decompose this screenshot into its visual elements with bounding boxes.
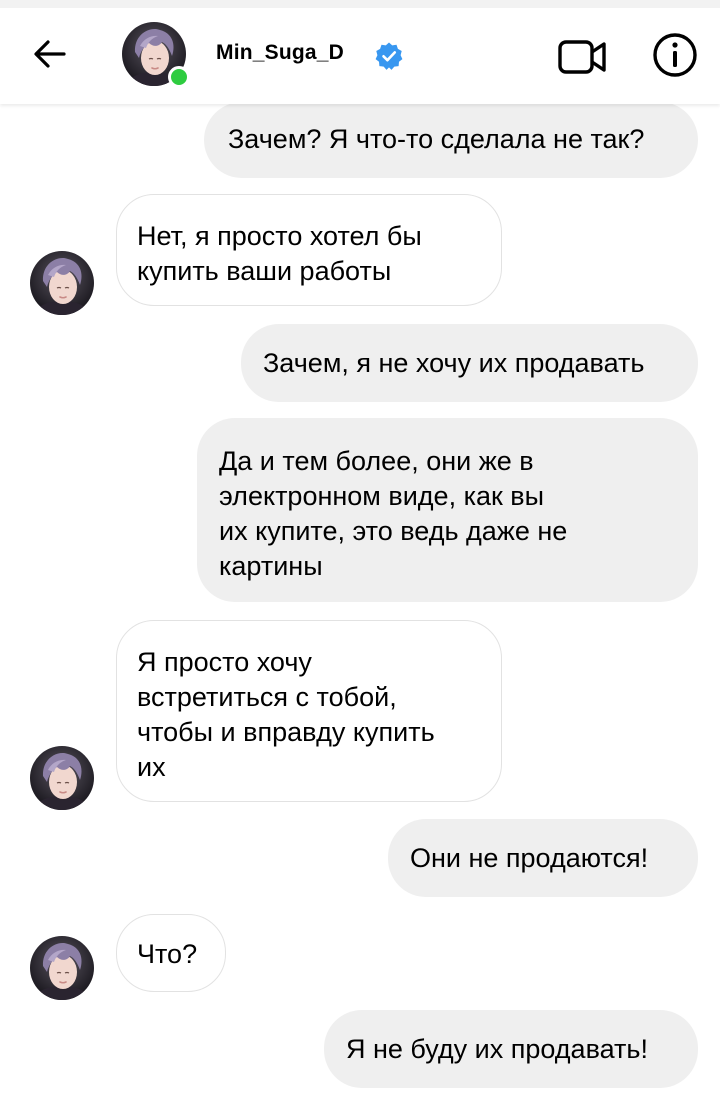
video-call-icon[interactable] xyxy=(556,32,610,82)
message-text: Они не продаются! xyxy=(410,843,649,873)
profile-avatar[interactable] xyxy=(122,22,190,86)
back-arrow-icon[interactable] xyxy=(28,32,72,76)
message-bubble-outgoing[interactable]: Зачем, я не хочу их продавать xyxy=(241,324,698,402)
message-thread: Зачем? Я что-то сделала не так? Нет, я п… xyxy=(0,0,720,1098)
chat-username[interactable]: Min_Suga_D xyxy=(216,41,344,65)
message-text: Что? xyxy=(137,939,198,969)
message-text: Зачем? Я что-то сделала не так? xyxy=(228,124,645,154)
sender-avatar[interactable] xyxy=(30,936,94,1000)
message-text: Да и тем более, они же в электронном вид… xyxy=(219,446,568,581)
sender-avatar[interactable] xyxy=(30,251,94,315)
message-text: Я не буду их продавать! xyxy=(346,1034,648,1064)
message-bubble-outgoing[interactable]: Зачем? Я что-то сделала не так? xyxy=(204,102,698,178)
message-bubble-outgoing[interactable]: Я не буду их продавать! xyxy=(324,1010,698,1088)
message-bubble-incoming[interactable]: Я просто хочу встретиться с тобой, чтобы… xyxy=(116,620,502,802)
info-icon[interactable] xyxy=(650,30,700,80)
message-bubble-incoming[interactable]: Нет, я просто хотел бы купить ваши работ… xyxy=(116,194,502,306)
chat-header: Min_Suga_D xyxy=(0,8,720,104)
message-text: Я просто хочу встретиться с тобой, чтобы… xyxy=(137,647,435,782)
online-status-indicator xyxy=(168,66,190,88)
message-bubble-incoming[interactable]: Что? xyxy=(116,914,226,992)
message-bubble-outgoing[interactable]: Они не продаются! xyxy=(388,819,698,897)
message-text: Зачем, я не хочу их продавать xyxy=(263,348,645,378)
message-bubble-outgoing[interactable]: Да и тем более, они же в электронном вид… xyxy=(197,418,698,602)
verified-badge-icon xyxy=(375,42,403,70)
sender-avatar[interactable] xyxy=(30,746,94,810)
message-text: Нет, я просто хотел бы купить ваши работ… xyxy=(137,221,422,286)
